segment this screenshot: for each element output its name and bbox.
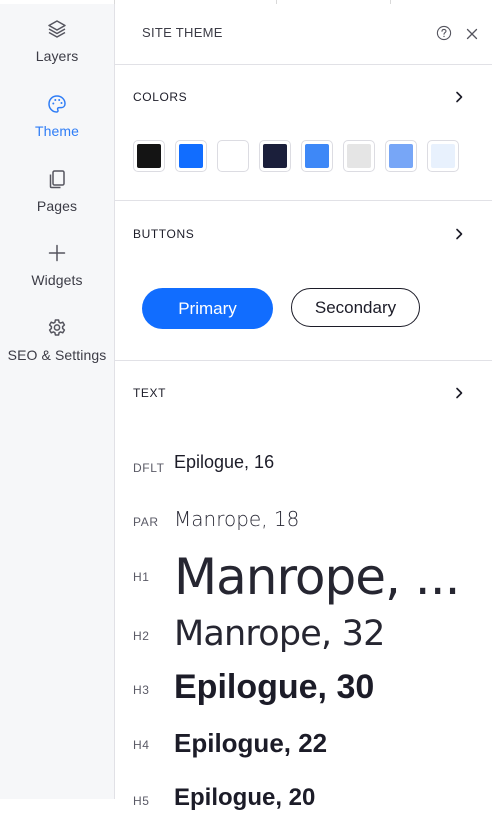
close-icon[interactable] — [465, 27, 479, 41]
text-style-tag: H5 — [133, 794, 150, 808]
swatch-fill — [263, 144, 287, 168]
color-swatch[interactable] — [301, 140, 333, 172]
color-swatch[interactable] — [133, 140, 165, 172]
swatch-fill — [389, 144, 413, 168]
color-swatch[interactable] — [175, 140, 207, 172]
text-style-sample: Epilogue, 20 — [174, 784, 316, 811]
chevron-right-icon[interactable] — [453, 90, 465, 104]
text-style-sample: Epilogue, 16 — [174, 452, 275, 472]
text-style-sample: Manrope, 18 — [174, 507, 300, 531]
color-swatches — [133, 140, 463, 172]
colors-section-label: COLORS — [133, 90, 188, 104]
panel-title: SITE THEME — [142, 25, 223, 40]
chevron-right-icon[interactable] — [453, 227, 465, 241]
divider — [115, 360, 492, 361]
rail-item-seo-settings[interactable]: SEO & Settings — [0, 317, 114, 363]
pages-icon — [49, 170, 65, 189]
color-swatch[interactable] — [259, 140, 291, 172]
swatch-fill — [305, 144, 329, 168]
secondary-button-preview[interactable]: Secondary — [291, 288, 420, 327]
swatch-fill — [347, 144, 371, 168]
rail-item-label: Layers — [35, 48, 79, 64]
rail-item-label: Pages — [36, 198, 78, 214]
text-style-tag: H3 — [133, 683, 150, 697]
text-style-sample: Epilogue, 30 — [174, 668, 375, 706]
text-section-label: TEXT — [133, 386, 167, 400]
text-style-tag: H1 — [133, 570, 150, 584]
rail-item-label: SEO & Settings — [7, 347, 107, 363]
left-rail: Layers Theme Pages Widgets SEO & Setting… — [0, 4, 115, 799]
question-circle-icon[interactable] — [436, 25, 452, 41]
rail-item-theme[interactable]: Theme — [0, 93, 114, 139]
divider — [115, 64, 492, 65]
layers-icon — [48, 20, 66, 38]
swatch-fill — [179, 144, 203, 168]
divider — [115, 200, 492, 201]
swatch-fill — [221, 144, 245, 168]
primary-button-preview[interactable]: Primary — [142, 288, 273, 329]
text-style-tag: H4 — [133, 738, 150, 752]
rail-item-label: Widgets — [31, 272, 83, 288]
color-swatch[interactable] — [217, 140, 249, 172]
swatch-fill — [431, 144, 455, 168]
rail-item-label: Theme — [34, 123, 80, 139]
rail-item-widgets[interactable]: Widgets — [0, 242, 114, 288]
text-style-sample: Epilogue, 22 — [174, 728, 328, 758]
buttons-section-label: BUTTONS — [133, 227, 195, 241]
text-style-tag: PAR — [133, 515, 159, 529]
text-style-sample: Manrope, ... — [174, 548, 460, 606]
chevron-right-icon[interactable] — [453, 386, 465, 400]
color-swatch[interactable] — [385, 140, 417, 172]
color-swatch[interactable] — [427, 140, 459, 172]
text-style-tag: DFLT — [133, 461, 165, 475]
color-swatch[interactable] — [343, 140, 375, 172]
palette-icon — [48, 95, 66, 113]
text-style-tag: H2 — [133, 629, 150, 643]
text-style-sample: Manrope, 32 — [174, 614, 385, 654]
site-theme-panel: SITE THEME COLORS BUTTONS Primary Second… — [115, 4, 504, 811]
swatch-fill — [137, 144, 161, 168]
rail-item-layers[interactable]: Layers — [0, 18, 114, 64]
rail-item-pages[interactable]: Pages — [0, 168, 114, 214]
gear-icon — [48, 319, 66, 336]
plus-icon — [48, 244, 66, 262]
